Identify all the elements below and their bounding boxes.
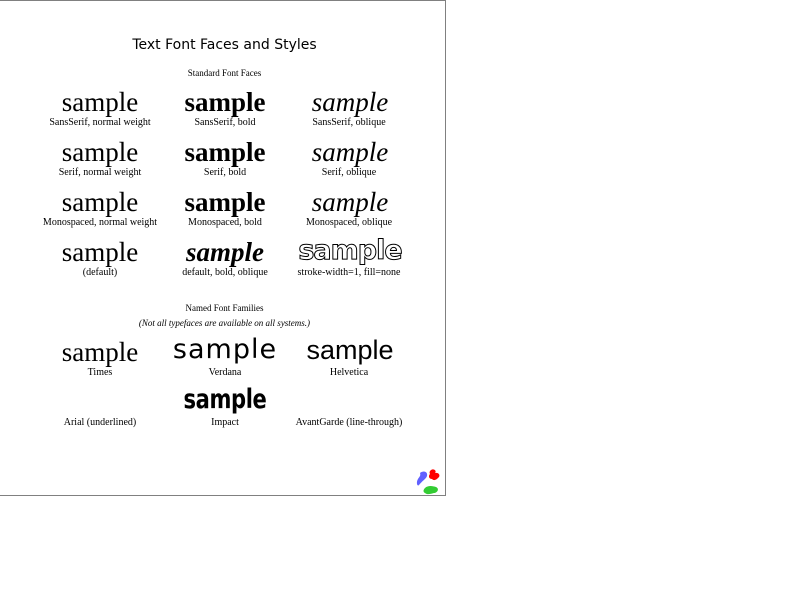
caption-serif-oblique: Serif, oblique — [321, 167, 377, 178]
caption-monospaced-oblique: Monospaced, oblique — [305, 217, 393, 228]
sample-default-bold-oblique: sample — [186, 237, 264, 267]
sample-times: sample — [61, 337, 139, 367]
sample-serif-bold: sample — [184, 137, 266, 167]
standard-font-faces-heading: Standard Font Faces — [187, 68, 262, 78]
sample-default: sample — [61, 237, 139, 267]
logo-red-shape — [428, 469, 440, 481]
sample-stroke-outline: sample — [298, 235, 403, 266]
sample-sansserif-oblique: sample — [311, 87, 389, 117]
logo-blue-shape — [416, 471, 428, 486]
page-title: Text Font Faces and Styles — [132, 37, 317, 53]
sample-serif-oblique: sample — [311, 137, 389, 167]
caption-avantgarde-line-through: AvantGarde (line-through) — [295, 417, 403, 428]
sample-monospaced-normal: sample — [61, 187, 139, 217]
caption-stroke-outline: stroke-width=1, fill=none — [297, 267, 401, 278]
caption-helvetica: Helvetica — [329, 367, 369, 378]
sample-serif-normal: sample — [61, 137, 139, 167]
sample-helvetica: sample — [306, 335, 394, 365]
availability-note: (Not all typefaces are available on all … — [138, 318, 311, 328]
batik-logo-icon — [416, 469, 440, 495]
sample-impact: sample — [183, 384, 267, 415]
sample-sansserif-normal: sample — [61, 87, 139, 117]
sample-verdana: sample — [172, 334, 278, 365]
logo-green-shape — [423, 486, 438, 495]
named-font-families-heading: Named Font Families — [185, 303, 264, 313]
canvas-frame: Text Font Faces and Styles Standard Font… — [0, 0, 446, 496]
sample-monospaced-bold: sample — [184, 187, 266, 217]
caption-sansserif-oblique: SansSerif, oblique — [312, 117, 386, 128]
sample-sansserif-bold: sample — [184, 87, 266, 117]
sample-monospaced-oblique: sample — [311, 187, 389, 217]
